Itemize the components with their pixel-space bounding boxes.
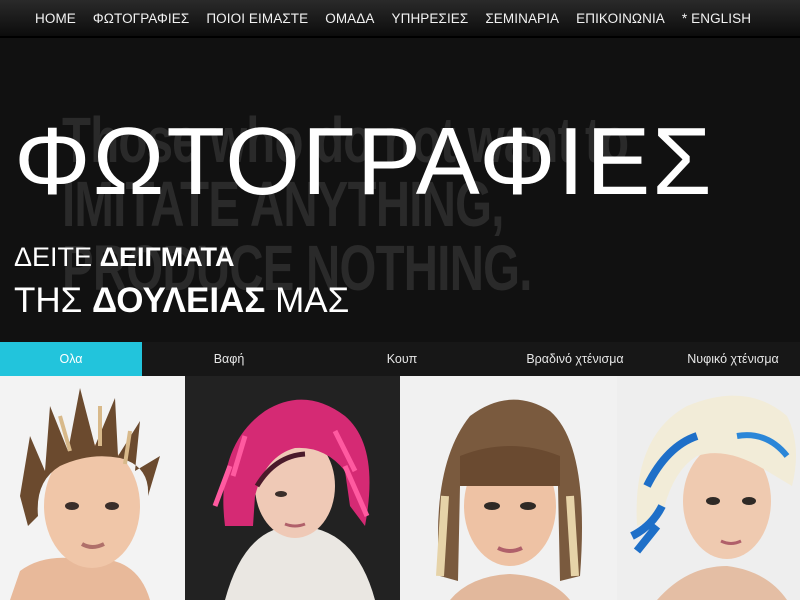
hero-subtitle-line-2: ΤΗΣ ΔΟΥΛΕΙΑΣ ΜΑΣ	[14, 280, 349, 322]
bob-with-bangs-photo	[400, 376, 617, 600]
nav-item-contact[interactable]: ΕΠΙΚΟΙΝΩΝΙΑ	[576, 11, 665, 26]
nav-item-seminars[interactable]: ΣΕΜΙΝΑΡΙΑ	[485, 11, 559, 26]
subtitle-light-text: ΔΕΙΤΕ	[14, 242, 100, 272]
gallery-photo-3[interactable]	[400, 376, 617, 600]
nav-item-home[interactable]: HOME	[35, 11, 76, 26]
photo-gallery	[0, 376, 800, 600]
filter-coloring[interactable]: Βαφή	[142, 342, 316, 376]
subtitle-end-text: ΜΑΣ	[265, 281, 350, 320]
nav-item-team[interactable]: ΟΜΑΔΑ	[325, 11, 374, 26]
subtitle-bold-text: ΔΟΥΛΕΙΑΣ	[92, 281, 266, 320]
nav-item-about[interactable]: ΠΟΙΟΙ ΕΙΜΑΣΤΕ	[206, 11, 308, 26]
gallery-photo-1[interactable]	[0, 376, 185, 600]
subtitle-bold-text: ΔΕΙΓΜΑΤΑ	[99, 242, 235, 272]
pink-bob-hair-photo	[185, 376, 400, 600]
gallery-filter-bar: Ολα Βαφή Κουπ Βραδινό χτένισμα Νυφικό χτ…	[0, 342, 800, 376]
page-title: ΦΩΤΟΓΡΑΦΙΕΣ	[14, 108, 714, 215]
filter-bridal-hairstyle[interactable]: Νυφικό χτένισμα	[662, 342, 800, 376]
hero-banner: Those who do not want to IMITATE ANYTHIN…	[0, 38, 800, 342]
nav-item-photos[interactable]: ΦΩΤΟΓΡΑΦΙΕΣ	[93, 11, 189, 26]
subtitle-light-text: ΤΗΣ	[14, 281, 93, 320]
nav-item-services[interactable]: ΥΠΗΡΕΣΙΕΣ	[392, 11, 469, 26]
filter-evening-hairstyle[interactable]: Βραδινό χτένισμα	[488, 342, 662, 376]
top-navigation: HOME ΦΩΤΟΓΡΑΦΙΕΣ ΠΟΙΟΙ ΕΙΜΑΣΤΕ ΟΜΑΔΑ ΥΠΗ…	[0, 0, 800, 38]
page-root: { "nav": { "items": [ {"label": "HOME"},…	[0, 0, 800, 600]
filter-all[interactable]: Ολα	[0, 342, 142, 376]
filter-cut[interactable]: Κουπ	[316, 342, 488, 376]
short-spiky-hair-photo	[0, 376, 185, 600]
platinum-blue-cut-photo	[617, 376, 800, 600]
nav-item-english[interactable]: * ENGLISH	[682, 11, 751, 26]
gallery-photo-2[interactable]	[185, 376, 400, 600]
gallery-photo-4[interactable]	[617, 376, 800, 600]
hero-subtitle-line-1: ΔΕΙΤΕ ΔΕΙΓΜΑΤΑ	[14, 240, 234, 274]
